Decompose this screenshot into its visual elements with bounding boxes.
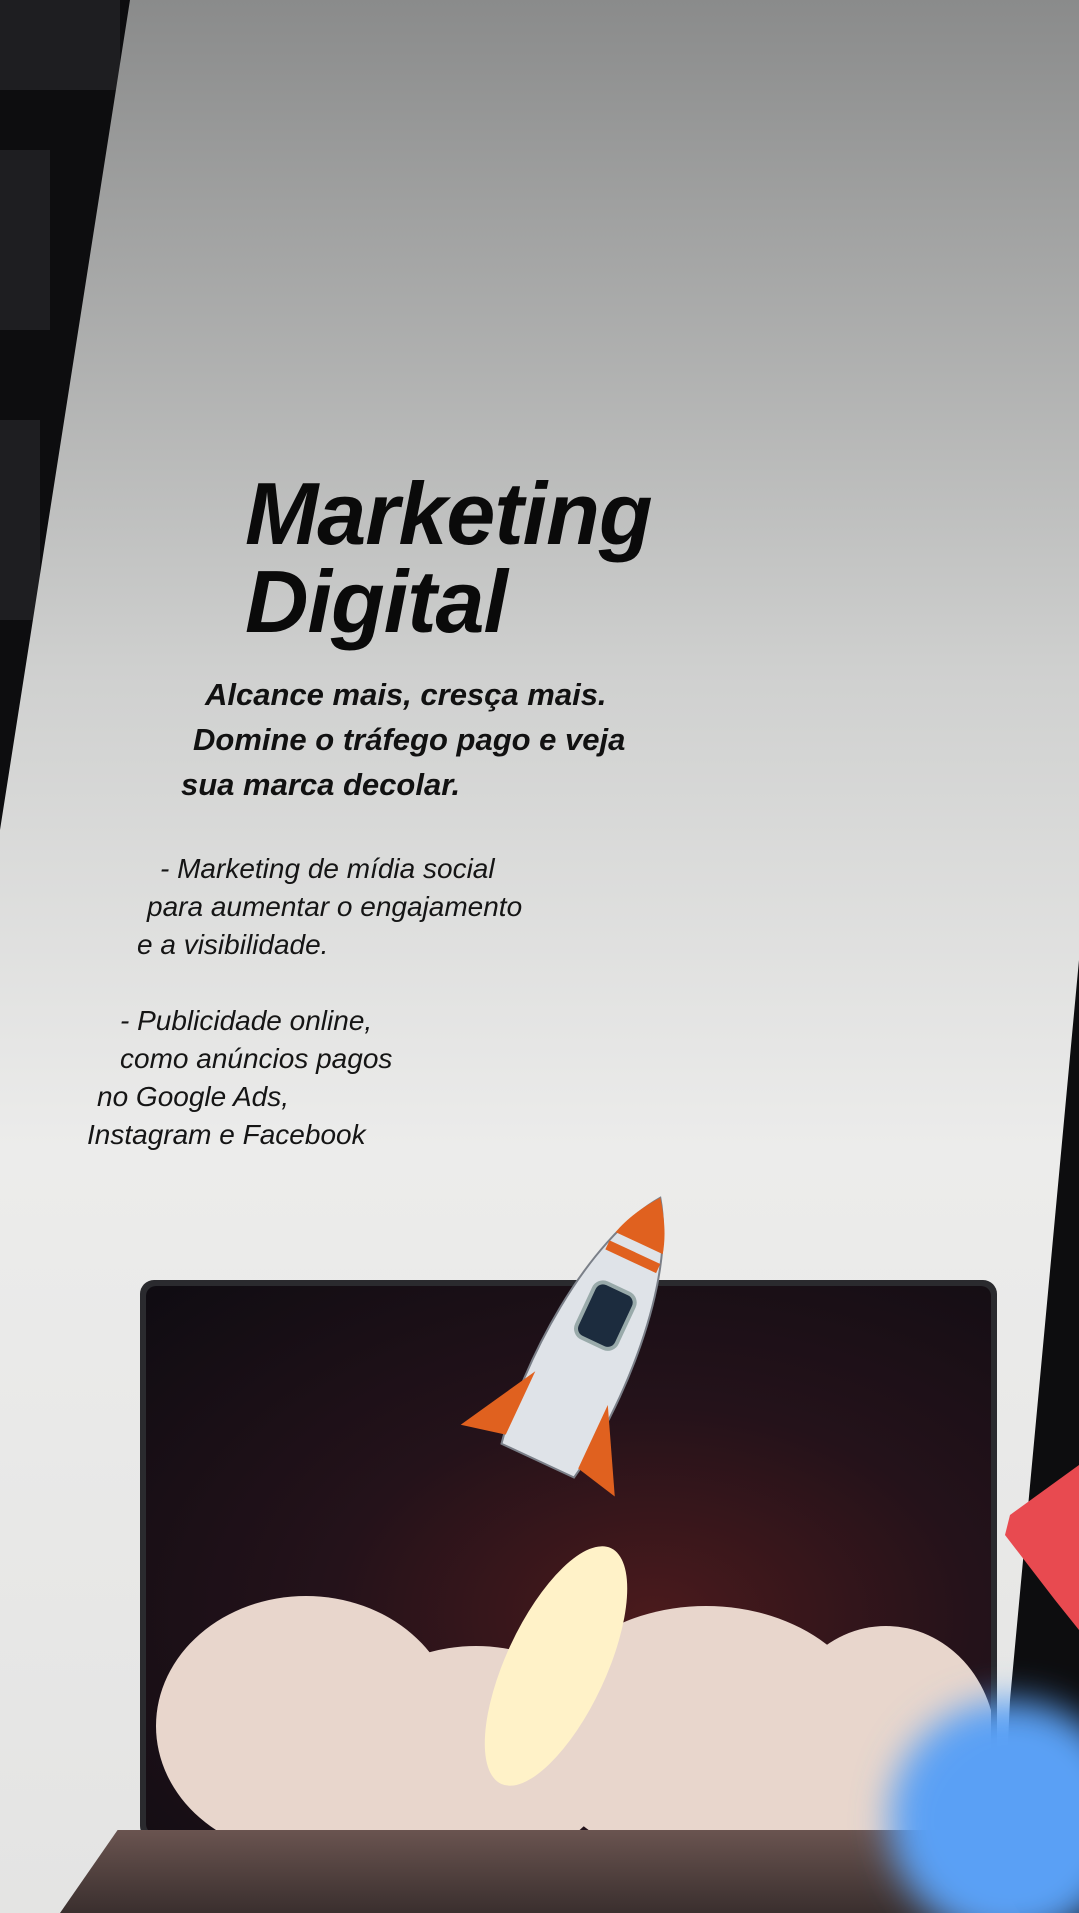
notification-badge-icon [1005, 1465, 1079, 1630]
decor-overlay [890, 1465, 1079, 1913]
blurred-social-icon [890, 1700, 1079, 1913]
